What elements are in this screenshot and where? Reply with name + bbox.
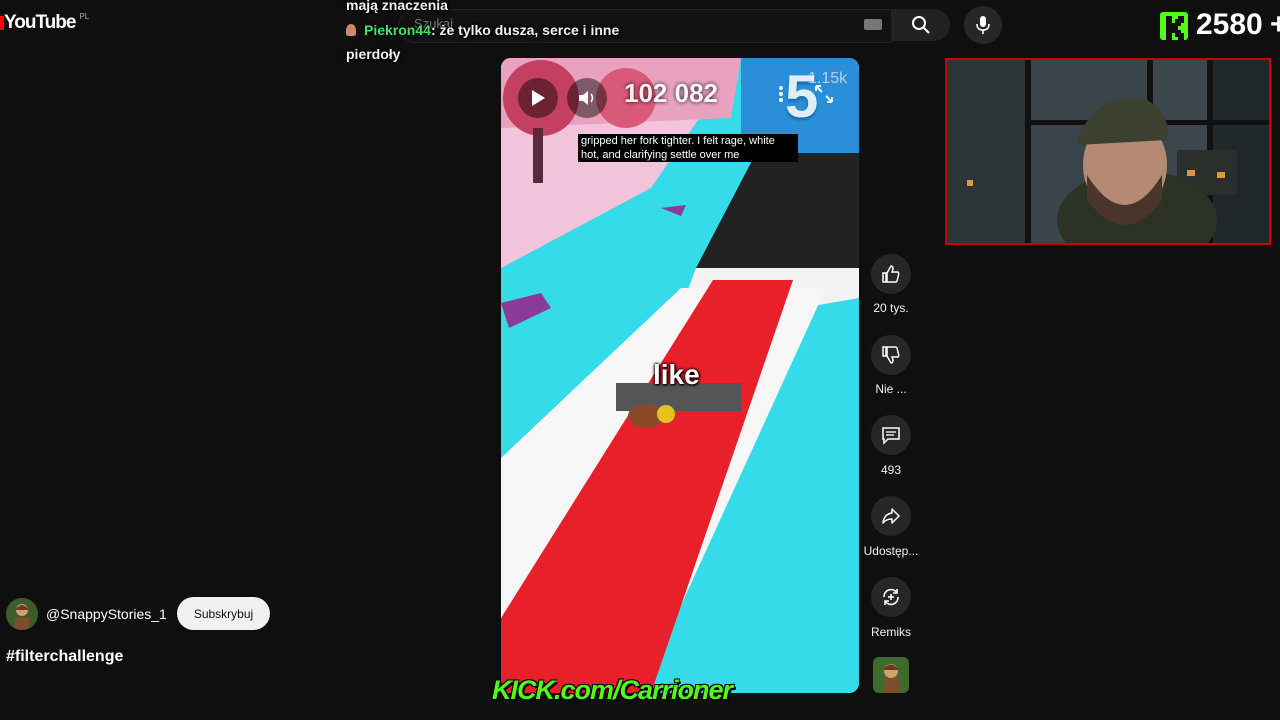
- comment-count: 493: [880, 463, 902, 477]
- play-button[interactable]: [518, 78, 558, 118]
- thumbs-down-icon: [882, 346, 900, 364]
- channel-avatar[interactable]: [6, 598, 38, 630]
- share-label: Udostęp...: [863, 544, 919, 558]
- video-word-overlay: like: [653, 359, 700, 390]
- search-button[interactable]: [892, 9, 950, 41]
- share-button[interactable]: [871, 496, 911, 536]
- more-vert-icon: [779, 86, 783, 102]
- streamer-webcam: [945, 58, 1271, 245]
- thumbs-up-icon: [882, 265, 900, 283]
- game-score: 102 082: [624, 78, 718, 108]
- voice-search-button[interactable]: [964, 6, 1002, 44]
- video-subtitle: gripped her fork tighter. I felt rage, w…: [578, 134, 798, 162]
- like-count: 20 tys.: [873, 301, 909, 315]
- search-icon: [912, 16, 930, 34]
- subscribe-button[interactable]: Subskrybuj: [177, 597, 270, 630]
- dislike-label: Nie ...: [875, 382, 907, 396]
- comment-icon: [882, 427, 900, 445]
- chat-message-text: : że tylko dusza, serce i inne: [430, 22, 620, 38]
- channel-name[interactable]: @SnappyStories_1: [46, 606, 167, 622]
- youtube-logo[interactable]: YouTube PL: [0, 12, 89, 34]
- youtube-logo-text: YouTube: [4, 12, 76, 33]
- like-button[interactable]: [871, 254, 911, 294]
- chat-user-badge: [346, 24, 356, 36]
- comments-button[interactable]: [871, 415, 911, 455]
- sound-avatar-image: [873, 657, 909, 693]
- kick-channel-banner: KICK.com/Carrioner: [492, 675, 733, 705]
- kick-logo-icon: [1160, 12, 1188, 40]
- remix-label: Remiks: [870, 625, 911, 639]
- sound-thumbnail[interactable]: [873, 657, 909, 693]
- chat-username: Piekron44: [364, 22, 431, 38]
- share-icon: [882, 508, 900, 524]
- chat-message: Piekron44 : że tylko dusza, serce i inne: [346, 22, 619, 38]
- chat-message-continued: pierdoły: [346, 46, 401, 62]
- play-icon: [532, 90, 545, 106]
- mic-icon: [976, 16, 990, 34]
- remix-icon: [883, 588, 899, 606]
- region-code: PL: [79, 12, 90, 21]
- expand-icon[interactable]: [812, 82, 836, 106]
- remix-button[interactable]: [871, 577, 911, 617]
- video-hashtag[interactable]: #filterchallenge: [6, 648, 123, 666]
- avatar-image: [6, 598, 38, 630]
- volume-button[interactable]: [567, 78, 607, 118]
- kick-plus: +: [1270, 8, 1280, 41]
- chat-message-previous: mają znaczenia: [346, 0, 448, 13]
- dislike-button[interactable]: [871, 335, 911, 375]
- kick-follower-count: 2580: [1196, 8, 1263, 41]
- webcam-image: [947, 60, 1269, 243]
- volume-icon: [579, 91, 594, 105]
- more-options-button[interactable]: [765, 78, 797, 110]
- keyboard-icon[interactable]: [864, 19, 882, 30]
